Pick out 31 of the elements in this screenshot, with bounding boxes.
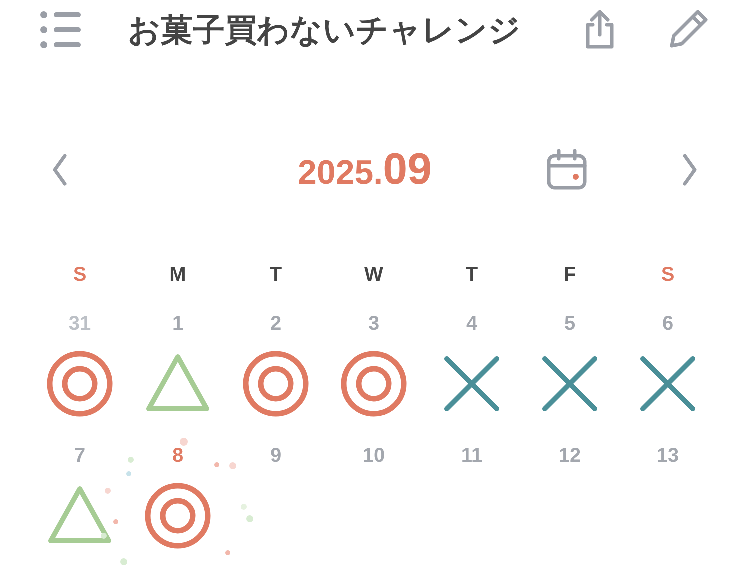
day-number[interactable]: 31 [68, 310, 92, 338]
weekday-label: S [72, 263, 88, 288]
weekday-label: T [464, 263, 480, 288]
day-number[interactable]: 2 [270, 310, 282, 338]
weekday-label: M [168, 263, 188, 288]
day-number[interactable]: 4 [466, 310, 478, 338]
double-circle-icon [143, 481, 213, 551]
double-circle-icon [241, 349, 311, 419]
day-number[interactable]: 12 [558, 442, 582, 470]
double-circle-icon [339, 349, 409, 419]
weekday-label: T [268, 263, 284, 288]
day-number[interactable]: 11 [461, 442, 483, 470]
day-number[interactable]: 3 [368, 310, 380, 338]
day-number[interactable]: 8 [172, 442, 184, 470]
day-number[interactable]: 13 [656, 442, 680, 470]
day-number[interactable]: 1 [172, 310, 184, 338]
weekday-label: S [660, 263, 676, 288]
day-number[interactable]: 9 [270, 442, 282, 470]
day-number[interactable]: 5 [564, 310, 576, 338]
page-title: お菓子買わないチャレンジ [128, 11, 521, 50]
next-month-icon[interactable] [682, 154, 698, 186]
day-number[interactable]: 7 [74, 442, 86, 470]
calendar-icon[interactable] [546, 149, 588, 191]
month-title: 2025.09 [298, 144, 432, 196]
day-number[interactable]: 10 [362, 442, 386, 470]
menu-icon[interactable] [40, 11, 82, 49]
previous-month-icon[interactable] [52, 154, 68, 186]
weekday-label: F [562, 263, 578, 288]
weekday-label: W [364, 263, 384, 288]
double-circle-icon [45, 349, 115, 419]
day-number[interactable]: 6 [662, 310, 674, 338]
